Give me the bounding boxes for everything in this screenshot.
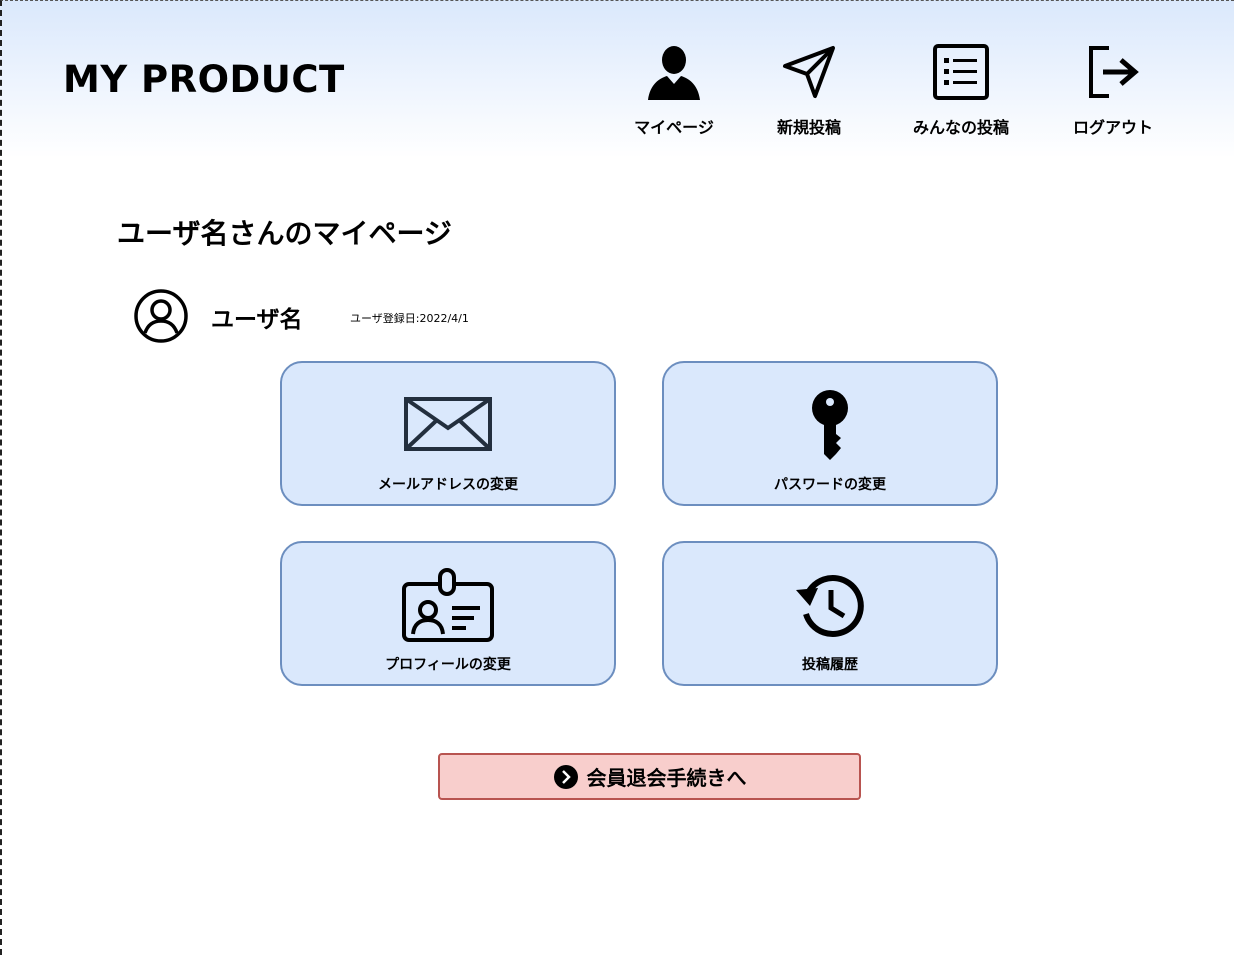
card-label: パスワードの変更 (774, 477, 886, 493)
page-title: ユーザ名さんのマイページ (117, 217, 452, 250)
card-label: プロフィールの変更 (385, 657, 511, 673)
history-icon (664, 565, 996, 647)
withdraw-label: 会員退会手続きへ (586, 766, 747, 790)
send-icon (777, 40, 841, 104)
logo[interactable]: MY PRODUCT (63, 58, 345, 101)
list-icon (929, 40, 993, 104)
nav-label: 新規投稿 (776, 118, 841, 137)
user-circle-icon (133, 288, 189, 344)
nav-mypage[interactable]: マイページ (632, 40, 716, 140)
header: MY PRODUCT マイページ 新規投稿 みんなの投稿 ログアウト (0, 0, 1234, 158)
card-label: 投稿履歴 (802, 657, 858, 673)
nav-label: マイページ (634, 118, 714, 137)
id-card-icon (282, 565, 614, 647)
nav-all-posts[interactable]: みんなの投稿 (909, 40, 1013, 140)
change-password-button[interactable]: パスワードの変更 (662, 361, 998, 506)
chevron-right-circle-icon (553, 764, 579, 790)
mail-icon (282, 385, 614, 467)
nav-new-post[interactable]: 新規投稿 (774, 40, 844, 140)
card-label: メールアドレスの変更 (378, 477, 518, 493)
key-icon (664, 385, 996, 467)
nav-label: みんなの投稿 (912, 118, 1009, 137)
nav-logout[interactable]: ログアウト (1070, 40, 1156, 140)
registration-date: ユーザ登録日:2022/4/1 (350, 312, 469, 325)
withdraw-membership-button[interactable]: 会員退会手続きへ (438, 753, 861, 800)
logout-icon (1081, 40, 1145, 104)
username: ユーザ名 (211, 307, 303, 333)
change-email-button[interactable]: メールアドレスの変更 (280, 361, 616, 506)
post-history-button[interactable]: 投稿履歴 (662, 541, 998, 686)
user-icon (642, 40, 706, 104)
change-profile-button[interactable]: プロフィールの変更 (280, 541, 616, 686)
nav-label: ログアウト (1072, 118, 1153, 137)
